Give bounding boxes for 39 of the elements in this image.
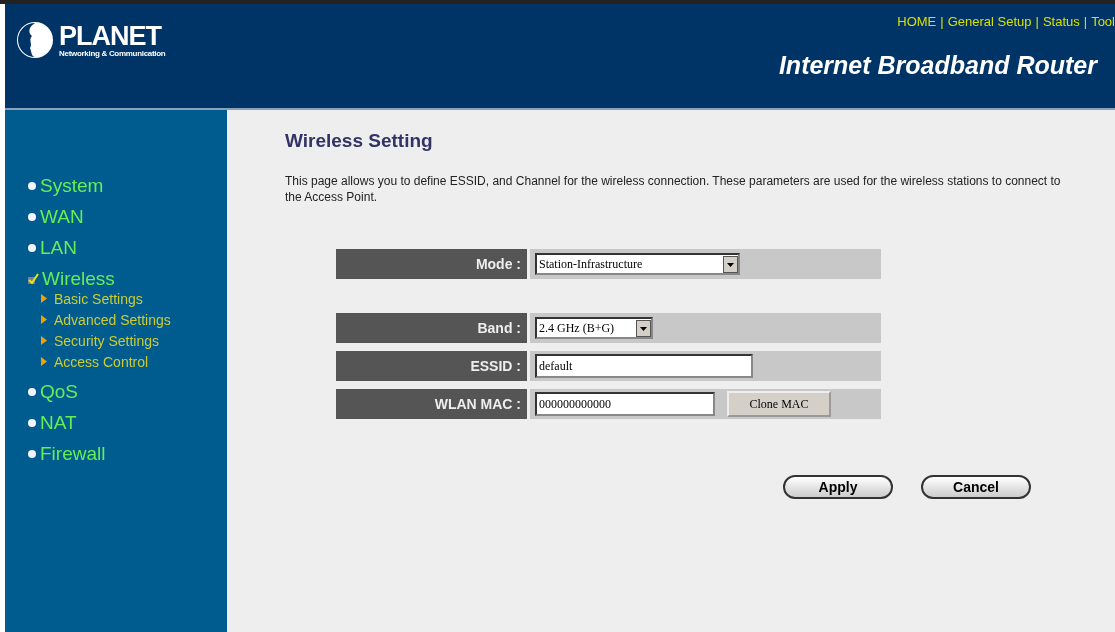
sidebar-item[interactable]: WAN	[40, 205, 84, 228]
submenu-item[interactable]: Access Control	[54, 353, 149, 370]
submenu-item[interactable]: Security Settings	[54, 332, 160, 349]
field-label: ESSID :	[336, 351, 527, 381]
dropdown[interactable]: 2.4 GHz (B+G)	[535, 317, 653, 339]
nav-link[interactable]: HOME	[897, 14, 937, 29]
input-field[interactable]: default	[535, 354, 753, 378]
separator: |	[1083, 14, 1088, 29]
triangle-icon	[41, 357, 47, 366]
logo-name: PLANET	[59, 22, 163, 49]
field-label: Mode :	[336, 249, 527, 279]
field-label: WLAN MAC :	[336, 389, 527, 419]
action-button[interactable]: Cancel	[921, 475, 1031, 499]
sidebar-item[interactable]: Firewall	[40, 442, 106, 465]
nav-link[interactable]: General Setup	[947, 14, 1032, 29]
logo-icon	[15, 20, 55, 60]
triangle-icon	[41, 294, 47, 303]
product-title: Internet Broadband Router	[778, 51, 1099, 80]
page-description: This page allows you to define ESSID, and Channel for the wireless connection. These parameters are used for the wireless stations to connect to the Access Point.	[285, 173, 1062, 205]
dropdown[interactable]: Station-Infrastructure	[535, 253, 740, 275]
sidebar-item[interactable]: Wireless	[42, 267, 115, 290]
triangle-icon	[41, 315, 47, 324]
sidebar-item[interactable]: NAT	[40, 411, 77, 434]
nav-link[interactable]: Status	[1042, 14, 1080, 29]
sidebar-item[interactable]: QoS	[40, 380, 79, 403]
separator: |	[940, 14, 944, 29]
nav-link[interactable]: Tool	[1091, 14, 1115, 29]
submenu-item[interactable]: Advanced Settings	[54, 311, 171, 328]
clone-mac-button[interactable]: Clone MAC	[727, 391, 831, 417]
sidebar-item[interactable]: LAN	[40, 236, 77, 259]
separator: |	[1035, 14, 1039, 29]
field-label: Band :	[336, 313, 527, 343]
input-field[interactable]: 000000000000	[535, 392, 715, 416]
submenu-item[interactable]: Basic Settings	[54, 290, 143, 307]
sidebar-item[interactable]: System	[40, 174, 104, 197]
page-title: Wireless Setting	[285, 130, 434, 152]
action-button[interactable]: Apply	[783, 475, 893, 499]
logo-tagline: Networking & Communication	[59, 48, 166, 58]
triangle-icon	[41, 336, 47, 345]
